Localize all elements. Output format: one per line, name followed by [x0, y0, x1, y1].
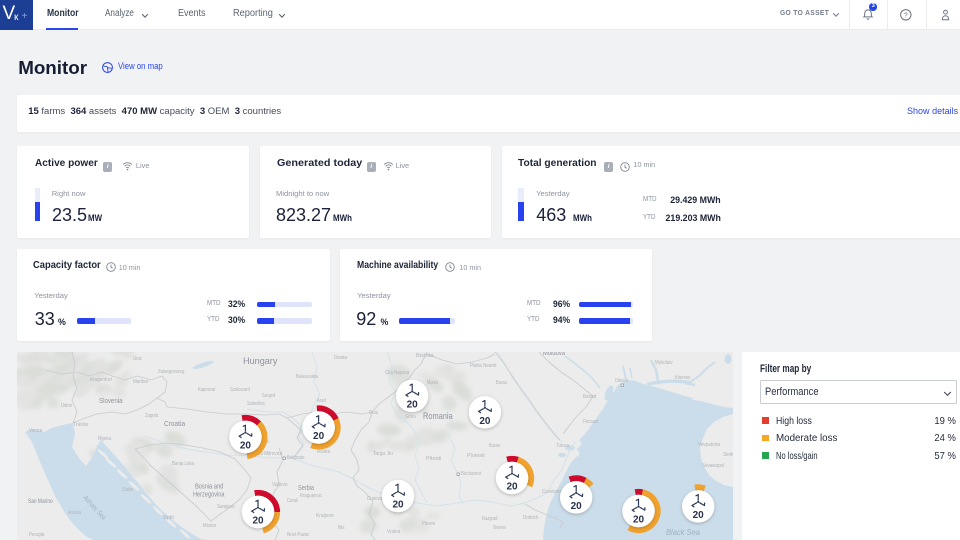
svg-text:Deva: Deva	[369, 410, 378, 416]
svg-text:Focsani: Focsani	[583, 419, 598, 425]
svg-text:Croatia: Croatia	[164, 419, 186, 428]
svg-text:Klagenfurt: Klagenfurt	[90, 377, 113, 383]
svg-text:San Marino: San Marino	[28, 498, 53, 505]
svg-text:Cacak: Cacak	[287, 498, 298, 504]
svg-text:Trieste: Trieste	[73, 422, 89, 428]
svg-text:Mykolaiv: Mykolaiv	[655, 360, 673, 366]
svg-text:Tulcea: Tulcea	[556, 443, 569, 449]
svg-text:20: 20	[252, 516, 264, 527]
svg-text:20: 20	[571, 501, 583, 512]
svg-text:Barlad: Barlad	[583, 394, 596, 400]
svg-text:Subotica: Subotica	[247, 401, 265, 407]
svg-text:Dobrich: Dobrich	[523, 515, 538, 521]
svg-text:Pleven: Pleven	[422, 521, 435, 527]
svg-text:Targu Jiu: Targu Jiu	[373, 451, 393, 457]
svg-text:Ploiesti: Ploiesti	[467, 453, 485, 459]
svg-text:Graz: Graz	[133, 356, 142, 362]
svg-text:Yevpatoria: Yevpatoria	[698, 442, 720, 448]
svg-text:Oradea: Oradea	[334, 355, 347, 361]
svg-text:Hungary: Hungary	[243, 356, 278, 366]
svg-text:Moldova: Moldova	[543, 352, 566, 357]
svg-text:Perugia: Perugia	[29, 532, 44, 538]
svg-text:20: 20	[392, 500, 404, 511]
svg-text:Slovenia: Slovenia	[99, 396, 123, 405]
svg-text:Rijeka: Rijeka	[98, 436, 111, 442]
svg-text:Piatra Neamt: Piatra Neamt	[470, 363, 497, 369]
svg-text:Serbia: Serbia	[298, 483, 315, 492]
svg-text:20: 20	[693, 510, 705, 521]
svg-text:Nis: Nis	[338, 525, 345, 531]
svg-text:Herzegovina: Herzegovina	[193, 492, 225, 499]
svg-text:Odessa: Odessa	[615, 378, 628, 384]
svg-text:Sarajevo: Sarajevo	[217, 504, 235, 510]
svg-text:Mures: Mures	[427, 380, 438, 386]
svg-text:Split: Split	[163, 515, 175, 521]
svg-text:Venice: Venice	[29, 428, 42, 434]
svg-text:Constanta: Constanta	[542, 489, 562, 495]
svg-text:Vratsa: Vratsa	[387, 529, 400, 535]
svg-text:Kherson: Kherson	[675, 375, 690, 381]
svg-text:Sibiu: Sibiu	[405, 414, 416, 420]
svg-text:Zagreb: Zagreb	[145, 413, 158, 419]
svg-text:20: 20	[506, 482, 518, 493]
svg-text:20: 20	[313, 431, 325, 442]
svg-text:Belgrade: Belgrade	[287, 455, 305, 461]
svg-text:Romania: Romania	[423, 411, 453, 421]
svg-text:Razgrad: Razgrad	[482, 516, 497, 522]
svg-text:Shumen: Shumen	[493, 525, 506, 531]
svg-text:Mostar: Mostar	[203, 523, 216, 529]
svg-text:Zalaegerszeg: Zalaegerszeg	[158, 369, 184, 375]
svg-text:20: 20	[633, 515, 645, 526]
svg-text:20: 20	[240, 441, 252, 452]
svg-text:Szeged: Szeged	[262, 393, 275, 399]
svg-text:Resita: Resita	[317, 449, 330, 455]
svg-text:Kaposvar: Kaposvar	[198, 387, 216, 393]
svg-text:Zadar: Zadar	[122, 487, 133, 493]
svg-text:Craiova: Craiova	[367, 496, 382, 502]
svg-text:Bistrita: Bistrita	[416, 353, 434, 359]
svg-text:Bekescsaba: Bekescsaba	[296, 374, 318, 380]
svg-text:Simferopol: Simferopol	[723, 452, 733, 458]
svg-text:Ancona: Ancona	[68, 510, 81, 516]
svg-text:Bucharest: Bucharest	[461, 471, 481, 477]
svg-text:?: ?	[904, 13, 908, 20]
svg-text:Pitesti: Pitesti	[426, 456, 441, 462]
svg-text:Arad: Arad	[317, 398, 326, 404]
svg-text:Cluj-Napoca: Cluj-Napoca	[385, 370, 409, 376]
svg-text:Banja Luka: Banja Luka	[172, 461, 194, 467]
svg-text:Buzau: Buzau	[489, 443, 500, 449]
svg-text:Kraljevo: Kraljevo	[316, 513, 334, 519]
svg-text:Kragujevac: Kragujevac	[300, 493, 322, 499]
svg-text:Bacau: Bacau	[496, 380, 507, 386]
svg-text:Sevastopol: Sevastopol	[702, 463, 724, 469]
svg-text:20: 20	[407, 399, 419, 410]
svg-text:Novi Pazar: Novi Pazar	[287, 532, 309, 538]
svg-text:Udine: Udine	[61, 403, 72, 409]
svg-text:Szekszard: Szekszard	[230, 387, 250, 393]
svg-text:Bosnia and: Bosnia and	[195, 484, 223, 491]
svg-text:Black Sea: Black Sea	[666, 528, 700, 537]
svg-text:20: 20	[479, 416, 491, 427]
svg-text:Maribor: Maribor	[133, 379, 149, 385]
svg-text:Valjevo: Valjevo	[272, 482, 287, 488]
